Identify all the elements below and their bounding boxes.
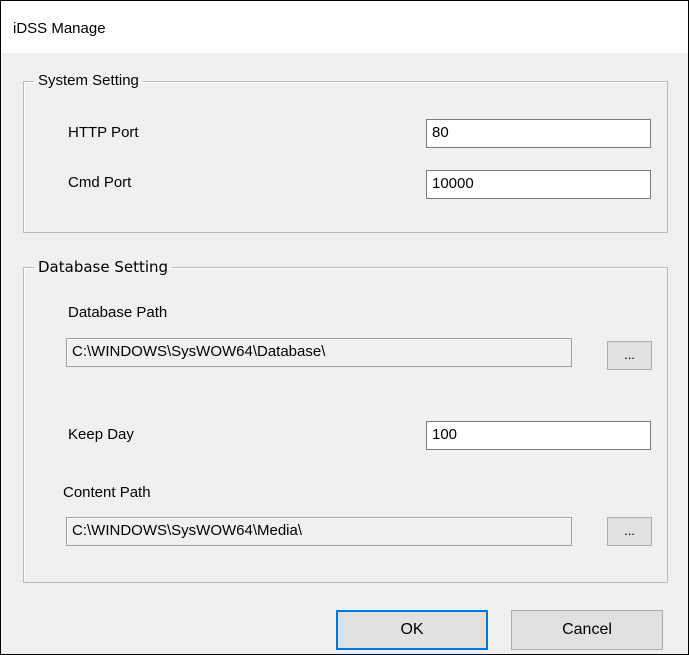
keep-day-field[interactable]: 100 [426, 421, 651, 450]
database-path-label: Database Path [68, 304, 168, 321]
window-title: iDSS Manage [13, 20, 106, 37]
ok-button[interactable]: OK [336, 610, 488, 650]
database-setting-legend: Database Setting [38, 258, 169, 276]
cmd-port-field[interactable]: 10000 [426, 170, 651, 199]
system-setting-group: System Setting [23, 73, 668, 233]
system-setting-legend: System Setting [38, 72, 139, 89]
keep-day-label: Keep Day [68, 426, 134, 443]
dialog-window: iDSS Manage System Setting HTTP Port 80 … [0, 0, 689, 655]
content-path-field[interactable]: C:\WINDOWS\SysWOW64\Media\ [66, 517, 572, 546]
database-path-browse-button[interactable]: ... [607, 341, 652, 370]
database-path-field[interactable]: C:\WINDOWS\SysWOW64\Database\ [66, 338, 572, 367]
content-path-label: Content Path [63, 484, 151, 501]
cancel-button[interactable]: Cancel [511, 610, 663, 650]
title-bar[interactable]: iDSS Manage [1, 1, 688, 53]
cmd-port-label: Cmd Port [68, 174, 132, 191]
http-port-field[interactable]: 80 [426, 119, 651, 148]
http-port-label: HTTP Port [68, 124, 139, 141]
content-path-browse-button[interactable]: ... [607, 517, 652, 546]
